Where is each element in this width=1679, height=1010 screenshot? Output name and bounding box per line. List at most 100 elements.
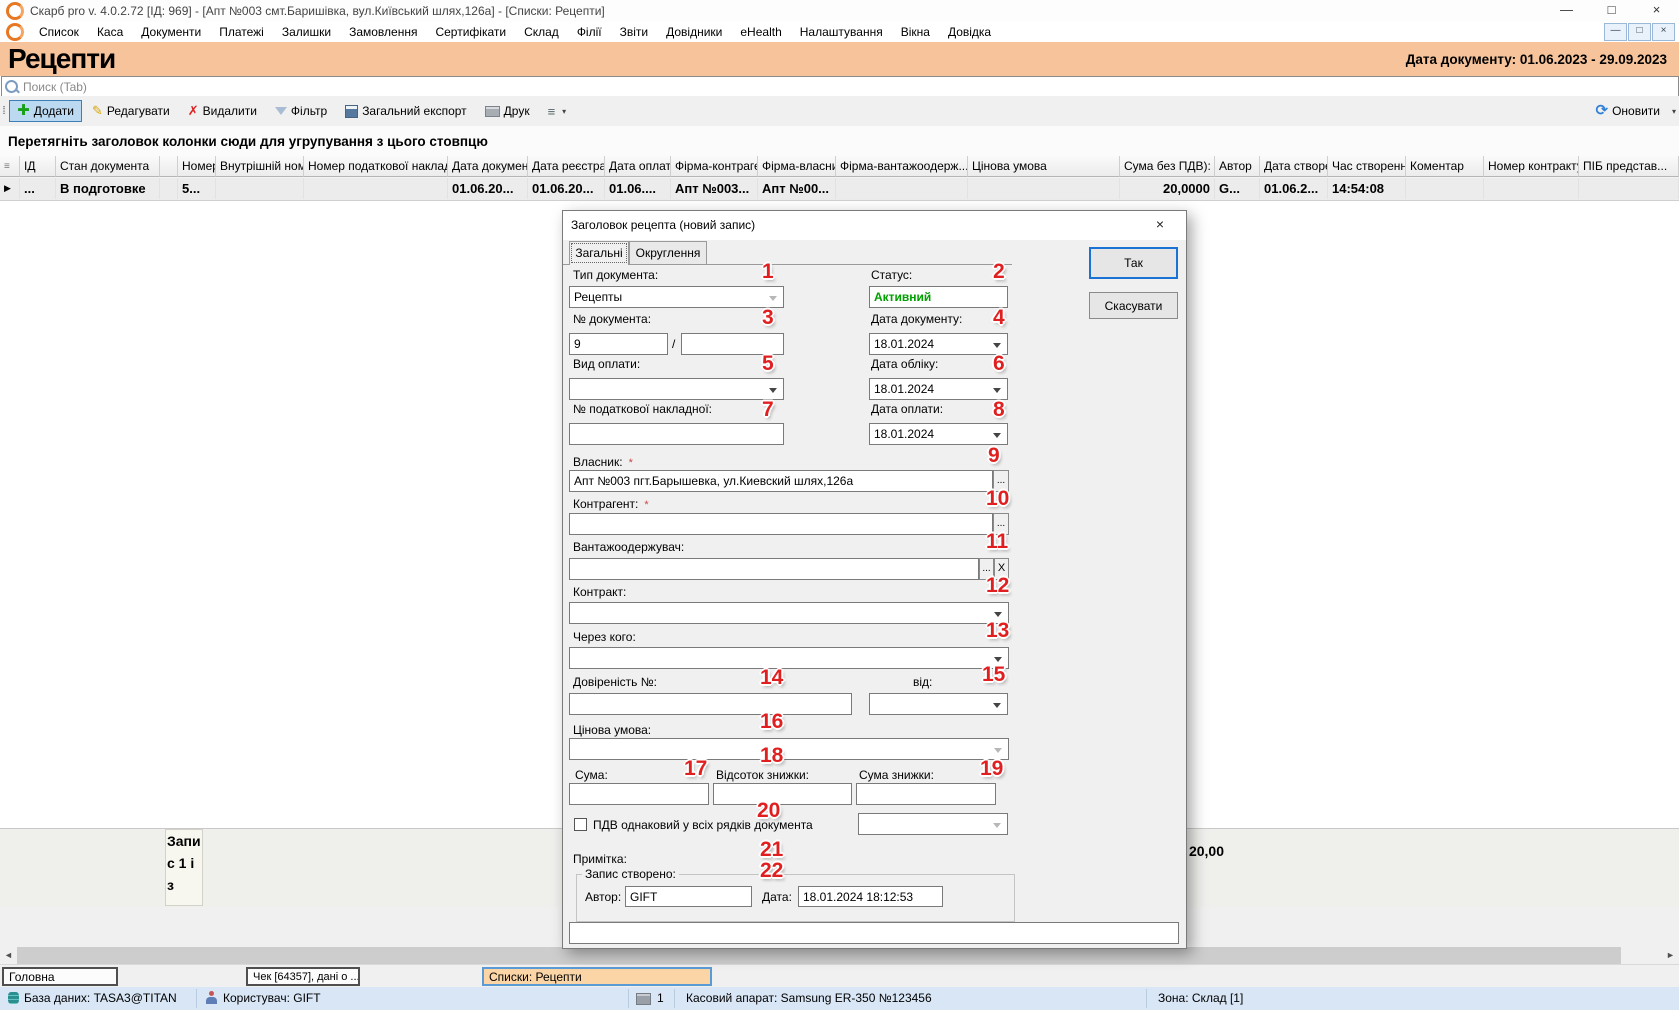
tax-invoice-input[interactable] <box>569 423 784 445</box>
cancel-button[interactable]: Скасувати <box>1089 292 1178 319</box>
mdi-close-button[interactable]: × <box>1652 23 1675 41</box>
menu-item-eHealth[interactable]: eHealth <box>731 25 790 39</box>
menu-item-Каса[interactable]: Каса <box>88 25 132 39</box>
menu-item-Платежі[interactable]: Платежі <box>210 25 273 39</box>
contragent-browse-button[interactable]: ... <box>993 513 1009 535</box>
doc-no-suffix-input[interactable] <box>681 333 784 355</box>
column-header-ПІБ представ...[interactable]: ПІБ представ... <box>1579 156 1679 177</box>
scroll-right-icon[interactable]: ► <box>1662 947 1679 964</box>
tab-rounding[interactable]: Округлення <box>629 241 707 264</box>
delete-label: Видалити <box>203 104 257 118</box>
menu-item-Сертифікати[interactable]: Сертифікати <box>426 25 515 39</box>
pay-date-combo[interactable]: 18.01.2024 <box>869 423 1008 445</box>
add-button[interactable]: ✚ Додати <box>9 100 82 122</box>
dialog-close-icon[interactable]: × <box>1148 216 1172 235</box>
doc-date-combo[interactable]: 18.01.2024 <box>869 333 1008 355</box>
list-options-button[interactable]: ≡ ▾ <box>540 100 578 123</box>
column-header-Номер контракту[interactable]: Номер контракту <box>1484 156 1579 177</box>
column-header-Фірма-контрагент[interactable]: Фірма-контрагент <box>671 156 758 177</box>
contragent-input[interactable] <box>569 513 993 535</box>
column-header-Дата документу[interactable]: Дата документу <box>448 156 528 177</box>
delete-button[interactable]: ✗ Видалити <box>180 99 265 123</box>
vat-combo[interactable] <box>858 813 1008 835</box>
discount-sum-input[interactable] <box>856 783 996 805</box>
maximize-button[interactable]: □ <box>1589 0 1634 22</box>
menu-item-Документи[interactable]: Документи <box>132 25 210 39</box>
doc-no-label: № документа: <box>573 312 651 326</box>
note-input[interactable] <box>569 922 1179 944</box>
menu-item-Замовлення[interactable]: Замовлення <box>340 25 426 39</box>
menu-item-Налаштування[interactable]: Налаштування <box>791 25 892 39</box>
search-input[interactable]: Поиск (Tab) <box>1 76 1679 97</box>
mdi-restore-button[interactable]: □ <box>1628 23 1651 41</box>
column-header-Дата оплати[interactable]: Дата оплати <box>605 156 671 177</box>
group-by-panel[interactable]: Перетягніть заголовок колонки сюди для у… <box>0 126 1679 157</box>
menu-item-Звіти[interactable]: Звіти <box>611 25 658 39</box>
price-cond-combo[interactable] <box>569 738 1009 760</box>
doc-no-input[interactable]: 9 <box>569 333 668 355</box>
proxy-input[interactable] <box>569 693 852 715</box>
tab-general[interactable]: Загальні <box>569 241 629 265</box>
grid-grip-icon[interactable]: ≡ <box>0 156 20 177</box>
menu-item-Склад[interactable]: Склад <box>515 25 568 39</box>
close-button[interactable]: × <box>1634 0 1679 22</box>
column-header-Стан документа[interactable]: Стан документа <box>56 156 160 177</box>
owner-input[interactable]: Апт №003 пгт.Барышевка, ул.Киевский шлях… <box>569 470 993 492</box>
page-header: Рецепти Дата документу: 01.06.2023 - 29.… <box>0 42 1679 76</box>
filter-button[interactable]: Фільтр <box>267 100 335 122</box>
owner-browse-button[interactable]: ... <box>993 470 1009 492</box>
doc-type-combo[interactable]: Рецепты <box>569 286 784 308</box>
column-header-Фірма-власник[interactable]: Фірма-власник <box>758 156 836 177</box>
mdi-minimize-button[interactable]: — <box>1604 23 1627 41</box>
consignee-clear-button[interactable]: X <box>994 558 1009 580</box>
scrollbar-thumb[interactable] <box>17 947 1621 964</box>
column-header-Дата реєстрації[interactable]: Дата реєстрації <box>528 156 605 177</box>
menu-item-Довідники[interactable]: Довідники <box>657 25 731 39</box>
column-header-ІД[interactable]: ІД <box>20 156 56 177</box>
export-button[interactable]: Загальний експорт <box>337 100 474 122</box>
discount-pct-input[interactable] <box>713 783 852 805</box>
contract-combo[interactable] <box>569 602 1009 624</box>
menu-item-Філії[interactable]: Філії <box>568 25 611 39</box>
column-header-Час створення[interactable]: Час створення <box>1328 156 1406 177</box>
row-cell: G... <box>1215 178 1260 199</box>
cash-register-icon <box>636 993 651 1005</box>
horizontal-scrollbar[interactable]: ◄ ► <box>0 947 1679 964</box>
consignee-input[interactable] <box>569 558 979 580</box>
consignee-browse-button[interactable]: ... <box>979 558 994 580</box>
scroll-left-icon[interactable]: ◄ <box>0 947 17 964</box>
column-header-Номер податкової накладної[interactable]: Номер податкової накладної <box>304 156 448 177</box>
column-header-3[interactable] <box>160 156 178 177</box>
refresh-button[interactable]: ⟳ Оновити <box>1587 100 1668 122</box>
sum-input[interactable] <box>569 783 709 805</box>
column-header-Дата створе...[interactable]: Дата створе... <box>1260 156 1328 177</box>
print-button[interactable]: Друк <box>477 100 538 122</box>
menu-item-Вікна[interactable]: Вікна <box>892 25 939 39</box>
from-combo[interactable] <box>869 693 1008 715</box>
column-header-Номер[interactable]: Номер <box>178 156 216 177</box>
minimize-button[interactable]: — <box>1544 0 1589 22</box>
pay-kind-combo[interactable] <box>569 378 784 400</box>
vat-checkbox[interactable] <box>574 818 587 831</box>
column-header-Коментар[interactable]: Коментар <box>1406 156 1484 177</box>
window-tab-bar: Головна Чек [64357], дані о ... Списки: … <box>0 964 1679 988</box>
column-header-Автор[interactable]: Автор <box>1215 156 1260 177</box>
menu-item-Залишки[interactable]: Залишки <box>273 25 340 39</box>
edit-button[interactable]: ✎ Редагувати <box>84 99 178 123</box>
column-header-Сума без ПДВ):[interactable]: Сума без ПДВ): <box>1120 156 1215 177</box>
column-header-Фірма-вантажоодерж...[interactable]: Фірма-вантажоодерж... <box>836 156 968 177</box>
window-tab-check[interactable]: Чек [64357], дані о ... <box>246 967 360 986</box>
menu-item-Список[interactable]: Список <box>30 25 88 39</box>
account-date-combo[interactable]: 18.01.2024 <box>869 378 1008 400</box>
via-combo[interactable] <box>569 647 1009 669</box>
window-tab-home[interactable]: Головна <box>2 967 118 986</box>
menu-item-Довідка[interactable]: Довідка <box>939 25 1000 39</box>
row-cell: В подготовке <box>56 178 160 199</box>
table-row[interactable]: ▶...В подготовке5...01.06.20...01.06.20.… <box>0 178 1679 201</box>
column-header-Внутрішній номер[interactable]: Внутрішній номер <box>216 156 304 177</box>
column-header-Цінова умова[interactable]: Цінова умова <box>968 156 1120 177</box>
consignee-label: Вантажоодержувач: <box>573 540 684 554</box>
ok-button[interactable]: Так <box>1089 247 1178 279</box>
created-date-field: 18.01.2024 18:12:53 <box>798 886 943 907</box>
window-tab-lists-recipes[interactable]: Списки: Рецепти <box>482 967 712 986</box>
